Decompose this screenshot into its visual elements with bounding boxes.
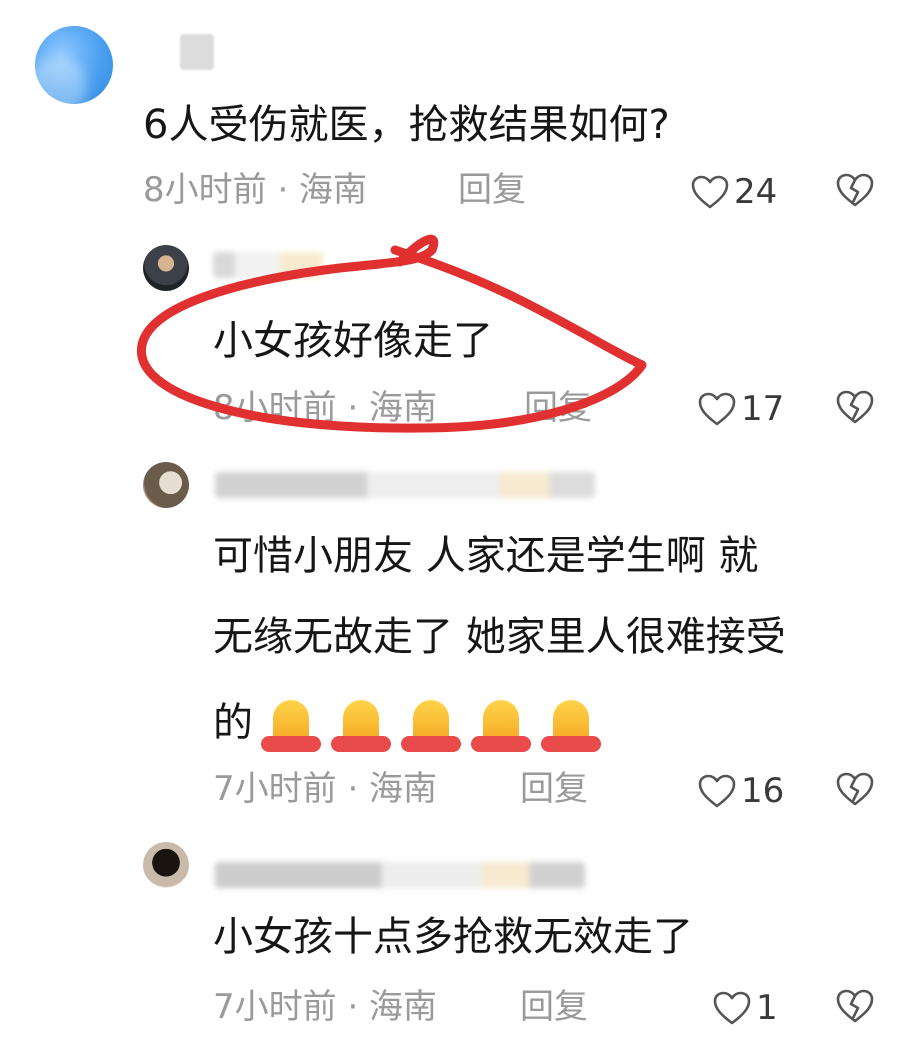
heart-outline-icon bbox=[698, 392, 736, 426]
comment-time-location: 7小时前 · 海南 bbox=[213, 769, 438, 809]
username-redacted bbox=[215, 472, 595, 498]
reply-button[interactable]: 回复 bbox=[520, 772, 588, 806]
comment-text: 小女孩十点多抢救无效走了 bbox=[213, 914, 693, 960]
highlight-scribble bbox=[136, 234, 647, 433]
folded-hands-emoji bbox=[329, 696, 393, 754]
username-redacted bbox=[180, 34, 214, 70]
folded-hands-emoji bbox=[399, 696, 463, 754]
heart-outline-icon bbox=[713, 991, 751, 1025]
like-count: 17 bbox=[741, 389, 785, 429]
broken-heart-icon[interactable] bbox=[835, 172, 875, 208]
like-button[interactable]: 17 bbox=[697, 389, 784, 429]
heart-outline-icon bbox=[691, 175, 729, 209]
like-button[interactable]: 24 bbox=[690, 172, 777, 212]
comment-time-location: 8小时前 · 海南 bbox=[213, 388, 438, 428]
like-button[interactable]: 16 bbox=[697, 771, 784, 811]
comment-time-location: 8小时前 · 海南 bbox=[143, 170, 368, 210]
avatar[interactable] bbox=[143, 842, 189, 888]
broken-heart-icon[interactable] bbox=[835, 389, 875, 425]
comment-text: 6人受伤就医，抢救结果如何? bbox=[143, 102, 670, 148]
folded-hands-emoji bbox=[259, 696, 323, 754]
like-count: 24 bbox=[734, 172, 778, 212]
avatar[interactable] bbox=[143, 462, 189, 508]
heart-outline-icon bbox=[698, 774, 736, 808]
like-button[interactable]: 1 bbox=[712, 988, 778, 1028]
comment-text: 小女孩好像走了 bbox=[213, 318, 493, 364]
comment-time-location: 7小时前 · 海南 bbox=[213, 987, 438, 1027]
broken-heart-icon[interactable] bbox=[835, 988, 875, 1024]
username-redacted bbox=[213, 252, 323, 278]
reply-button[interactable]: 回复 bbox=[524, 391, 592, 425]
comment-text-line: 无缘无故走了 她家里人很难接受 bbox=[213, 614, 786, 660]
avatar[interactable] bbox=[35, 26, 113, 104]
like-count: 16 bbox=[741, 771, 785, 811]
folded-hands-emoji bbox=[469, 696, 533, 754]
avatar[interactable] bbox=[143, 245, 189, 291]
comment-text-fragment: 的 bbox=[213, 700, 253, 746]
username-redacted bbox=[215, 862, 585, 888]
like-count: 1 bbox=[756, 988, 778, 1028]
comment-text-line: 的 bbox=[213, 696, 603, 754]
reply-button[interactable]: 回复 bbox=[520, 990, 588, 1024]
folded-hands-emoji bbox=[539, 696, 603, 754]
broken-heart-icon[interactable] bbox=[835, 771, 875, 807]
comment-text-line: 可惜小朋友 人家还是学生啊 就 bbox=[213, 533, 759, 579]
reply-button[interactable]: 回复 bbox=[458, 173, 526, 207]
